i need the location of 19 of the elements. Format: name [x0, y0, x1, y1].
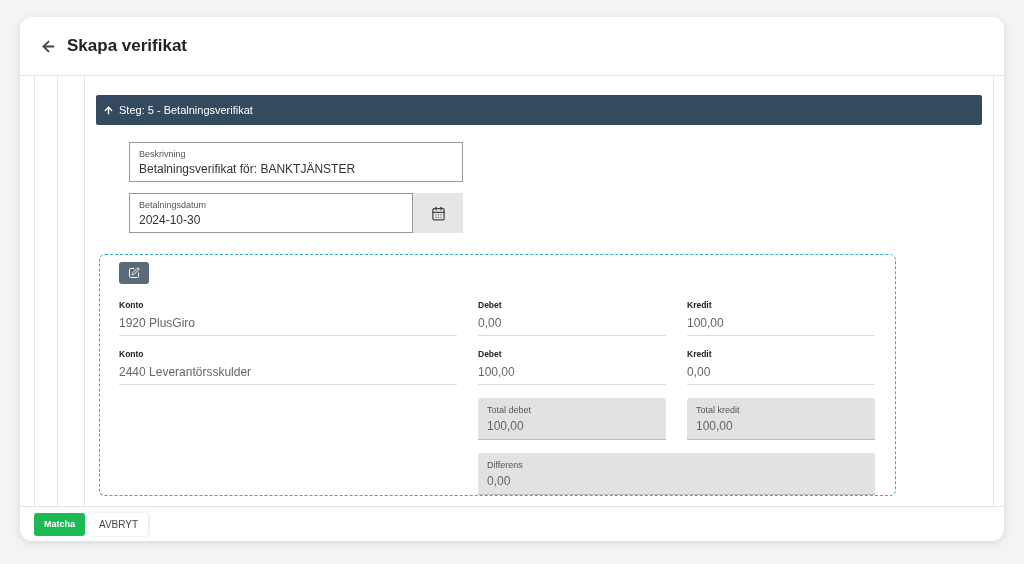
- arrow-icon: [103, 104, 114, 116]
- difference-field: Differens 0,00: [478, 453, 875, 495]
- debit-field[interactable]: Debet 0,00: [478, 300, 666, 336]
- calendar-button[interactable]: [413, 193, 463, 233]
- debit-field[interactable]: Debet 100,00: [478, 349, 666, 385]
- edit-icon: [128, 267, 140, 279]
- total-credit-field: Total kredit 100,00: [687, 398, 875, 440]
- edit-button[interactable]: [119, 262, 149, 284]
- account-field[interactable]: Konto 1920 PlusGiro: [119, 300, 457, 336]
- cancel-button[interactable]: AVBRYT: [89, 512, 149, 536]
- account-field[interactable]: Konto 2440 Leverantörsskulder: [119, 349, 457, 385]
- description-field[interactable]: Beskrivning Betalningsverifikat för: BANKTJÄNSTER: [129, 142, 463, 182]
- page-title: Skapa verifikat: [67, 36, 187, 56]
- calendar-icon: [430, 205, 446, 221]
- credit-field[interactable]: Kredit 0,00: [687, 349, 875, 385]
- total-debit-field: Total debet 100,00: [478, 398, 666, 440]
- credit-field[interactable]: Kredit 100,00: [687, 300, 875, 336]
- step-header[interactable]: Steg: 5 - Betalningsverifikat: [96, 95, 982, 125]
- date-field[interactable]: Betalningsdatum 2024-10-30: [129, 193, 413, 233]
